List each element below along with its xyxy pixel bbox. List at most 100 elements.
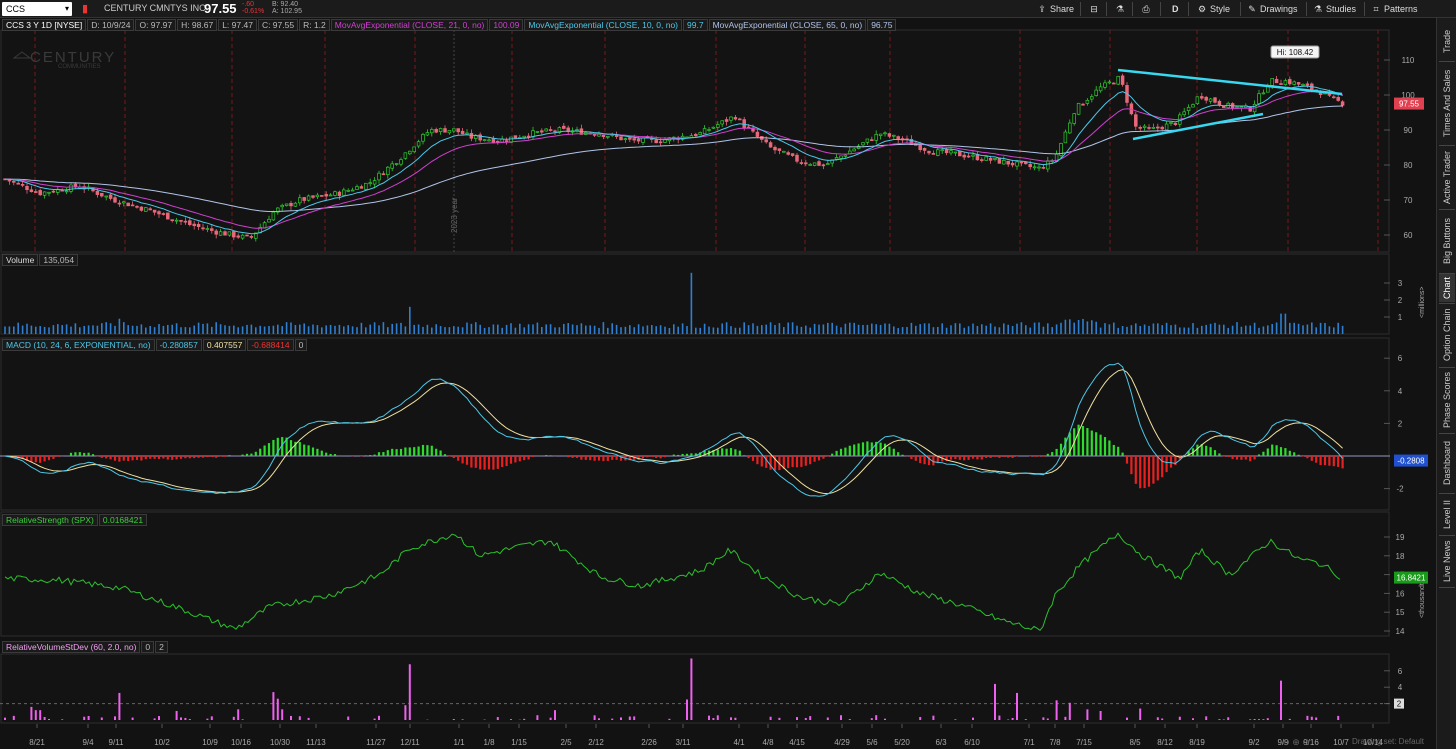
candle-body (183, 220, 188, 223)
candle-body (218, 231, 223, 236)
candle-body (1301, 84, 1305, 86)
candle-body (1085, 99, 1090, 104)
candle-body (1296, 82, 1301, 85)
xaxis-label: 7/15 (1076, 738, 1092, 747)
candle-body (632, 138, 636, 141)
candle-body (456, 128, 460, 133)
candle-body (738, 118, 742, 121)
candle-body (808, 164, 812, 166)
change-pct: -0.61% (242, 8, 265, 15)
candle-body (205, 228, 210, 230)
candle-body (1032, 166, 1037, 169)
share-button[interactable]: ⇪ Share (1036, 0, 1074, 18)
candle-body (821, 164, 826, 167)
candle-body (641, 137, 645, 143)
candle-body (716, 124, 720, 128)
candle-body (812, 162, 817, 166)
candle-body (1204, 96, 1208, 101)
sidebar-tab-trade[interactable]: Trade (1439, 22, 1455, 60)
rs-tick-label: 18 (1396, 552, 1405, 561)
candle-body (949, 150, 953, 154)
candle-body (971, 154, 975, 157)
drawings-button[interactable]: ✎ Drawings (1246, 0, 1298, 18)
alert-icon[interactable]: ▮ (77, 2, 93, 16)
candle-body (161, 213, 166, 215)
candle-body (1160, 126, 1164, 130)
candle-body (1191, 104, 1195, 108)
candle-body (148, 208, 152, 211)
candle-body (179, 220, 183, 222)
rs-value: 0.0168421 (98, 514, 148, 526)
candle-body (342, 189, 346, 196)
candle-body (619, 136, 623, 141)
chart-settings-button[interactable]: ⊟ (1088, 0, 1102, 18)
rs-tag-text: 16.8421 (1397, 574, 1426, 583)
studies-button[interactable]: ⚗ Studies (1312, 0, 1356, 18)
candle-body (1336, 97, 1340, 101)
xaxis-label: 7/8 (1049, 738, 1061, 747)
candle-body (293, 202, 298, 207)
candle-body (355, 186, 359, 190)
candle-body (20, 184, 25, 186)
candle-body (359, 186, 364, 189)
macd-diff: -0.688414 (247, 339, 294, 351)
candle-body (826, 163, 830, 165)
macd-panel-frame (0, 337, 1390, 511)
sidebar-tab-chart[interactable]: Chart (1439, 274, 1455, 302)
candle-body (1041, 167, 1046, 169)
printer-icon: ⎙ (1142, 4, 1150, 14)
sidebar-tab-phase-scores[interactable]: Phase Scores (1439, 368, 1455, 432)
candle-body (1120, 75, 1125, 85)
candle-body (346, 189, 350, 192)
candle-body (372, 180, 377, 185)
candle-body (337, 191, 342, 196)
candle-body (1037, 166, 1041, 169)
candle-body (434, 129, 438, 133)
ask-value: A: 102.95 (272, 8, 302, 15)
chart-canvas[interactable]: CENTURYCOMMUNITIES110100908070608/21 9/4 9… (0, 18, 1436, 749)
candle-body (188, 220, 192, 226)
candle-body (1068, 122, 1072, 134)
drawings-label: Drawings (1260, 4, 1298, 14)
candle-body (940, 149, 944, 152)
share-icon: ⇪ (1038, 4, 1046, 14)
candle-body (892, 134, 896, 137)
candle-body (64, 190, 69, 193)
sidebar-tab-dashboard[interactable]: Dashboard (1439, 434, 1455, 492)
aggregation-button[interactable]: D (1172, 0, 1179, 18)
candle-body (720, 120, 724, 125)
print-button[interactable]: ⎙ (1140, 0, 1154, 18)
xaxis-label: 9/11 (109, 738, 125, 747)
candle-body (1138, 127, 1142, 129)
studies-icon: ⚗ (1313, 4, 1323, 14)
candle-body (773, 146, 777, 151)
candle-body (201, 227, 205, 230)
candle-body (139, 206, 144, 211)
candle-body (601, 134, 606, 138)
candle-body (606, 135, 610, 138)
top-toolbar: CCS ▾ ▮ CENTURY CMNTYS INC 97.55 -.60 -0.6… (0, 0, 1456, 18)
sidebar-tab-big-buttons[interactable]: Big Buttons (1439, 210, 1455, 272)
style-button[interactable]: ⚙ Style (1196, 0, 1230, 18)
candle-body (487, 139, 491, 142)
candle-body (1292, 81, 1296, 85)
candle-body (1015, 161, 1019, 167)
sidebar-tab-active-trader[interactable]: Active Trader (1439, 146, 1455, 208)
sidebar-tab-live-news[interactable]: Live News (1439, 536, 1455, 586)
symbol-selector[interactable]: CCS ▾ (2, 2, 72, 16)
candle-body (100, 192, 104, 197)
candle-body (421, 133, 425, 142)
sidebar-tab-times-and-sales[interactable]: Times And Sales (1439, 62, 1455, 144)
macd-zero: 0 (294, 339, 308, 351)
candle-body (724, 119, 729, 122)
sidebar-tab-level-ii[interactable]: Level II (1439, 494, 1455, 534)
xaxis-label: 9/2 (1248, 738, 1260, 747)
patterns-button[interactable]: ⌗ Patterns (1370, 0, 1417, 18)
studies-flask-button[interactable]: ⚗ (1114, 0, 1128, 18)
candle-body (834, 157, 839, 160)
candle-body (104, 195, 108, 198)
year-marker-label: 2023 year (450, 197, 459, 233)
sidebar-tab-option-chain[interactable]: Option Chain (1439, 304, 1455, 366)
candle-body (157, 211, 161, 215)
rv-value: 0 (141, 641, 155, 653)
